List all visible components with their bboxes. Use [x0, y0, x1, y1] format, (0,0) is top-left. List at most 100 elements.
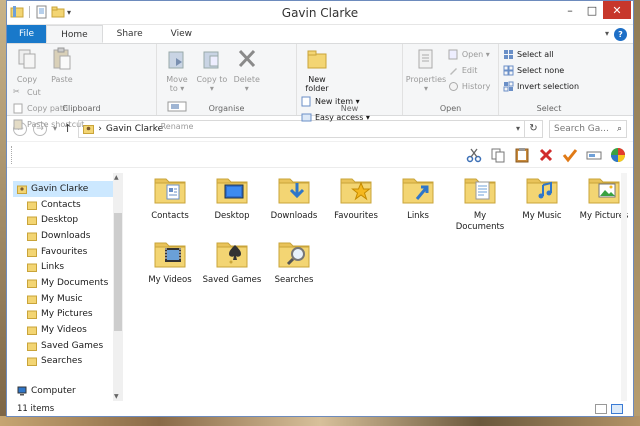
expand-ribbon-icon[interactable]: ▾: [605, 29, 609, 38]
breadcrumb-path[interactable]: Gavin Clarke: [106, 124, 163, 134]
toolbar-copy-button[interactable]: [489, 146, 507, 164]
paste-button[interactable]: Paste: [46, 46, 78, 84]
maximize-button[interactable]: □: [581, 1, 603, 19]
delete-button[interactable]: Delete ▾: [231, 46, 263, 93]
select-all-label: Select all: [517, 49, 554, 59]
new-group: New folder New item ▾ Easy access ▾ New: [297, 44, 403, 122]
folder-tile-my-videos[interactable]: My Videos: [139, 237, 201, 301]
copy-to-button[interactable]: Copy to ▾: [196, 46, 228, 93]
toolbar-checkmark-button[interactable]: [561, 146, 579, 164]
scissors-icon: ✂: [13, 86, 20, 96]
toolbar-grip[interactable]: [11, 146, 14, 164]
ribbon-tabs: File Home Share View ▾ ?: [7, 25, 633, 44]
nav-item-gavin-clarke[interactable]: Gavin Clarke: [13, 181, 113, 197]
paste-shortcut-label: Paste shortcut: [27, 119, 85, 129]
move-to-button[interactable]: Move to ▾: [161, 46, 193, 93]
folder-tile-saved-games[interactable]: Saved Games: [201, 237, 263, 301]
folder-tile-searches[interactable]: Searches: [263, 237, 325, 301]
open-button[interactable]: Open ▾: [448, 46, 490, 62]
select-none-button[interactable]: Select none: [503, 62, 579, 78]
easy-access-label: Easy access ▾: [315, 112, 370, 122]
new-group-label: New: [340, 104, 359, 113]
scroll-down-icon[interactable]: ▼: [114, 393, 119, 400]
breadcrumb-separator: ›: [98, 123, 102, 134]
move-to-label: Move to ▾: [166, 75, 188, 93]
folder-icon: [27, 263, 37, 273]
open-group: Properties ▾ Open ▾ Edit History Open: [403, 44, 499, 115]
nav-item-label: Gavin Clarke: [31, 183, 89, 194]
minimize-button[interactable]: –: [559, 1, 581, 19]
nav-scroll-thumb[interactable]: [114, 213, 122, 331]
nav-item-my-videos[interactable]: My Videos: [13, 322, 113, 338]
folder-tile-my-music[interactable]: My Music: [511, 173, 573, 237]
toolbar-cut-button[interactable]: [465, 146, 483, 164]
folder-tile-links[interactable]: Links: [387, 173, 449, 237]
toolbar-delete-button[interactable]: [537, 146, 555, 164]
refresh-button[interactable]: ↻: [525, 119, 543, 138]
paste-shortcut-button[interactable]: Paste shortcut: [13, 116, 84, 132]
contacts-folder-icon: [154, 178, 186, 204]
folder-tile-downloads[interactable]: Downloads: [263, 173, 325, 237]
toolbar-paste-button[interactable]: [513, 146, 531, 164]
user-folder-icon: [83, 125, 95, 134]
new-folder-button[interactable]: New folder: [301, 46, 333, 93]
navigation-tree: Gavin Clarke Contacts Desktop Downloads …: [13, 181, 113, 399]
content-scrollbar[interactable]: [621, 173, 627, 401]
nav-item-computer[interactable]: Computer: [13, 383, 113, 399]
copy-button[interactable]: Copy: [11, 46, 43, 84]
toolbar-rename-button[interactable]: [585, 146, 603, 164]
edit-button[interactable]: Edit: [448, 62, 490, 78]
nav-scrollbar[interactable]: ▲ ▼: [113, 173, 123, 401]
desktop-background-bottom: [0, 416, 640, 426]
close-button[interactable]: ✕: [603, 1, 631, 19]
nav-item-my-music[interactable]: My Music: [13, 291, 113, 307]
nav-item-desktop[interactable]: Desktop: [13, 212, 113, 228]
window-title: Gavin Clarke: [281, 6, 359, 20]
folder-tile-contacts[interactable]: Contacts: [139, 173, 201, 237]
help-button[interactable]: ?: [614, 28, 627, 41]
move-to-icon: [168, 51, 184, 69]
folder-tile-desktop[interactable]: Desktop: [201, 173, 263, 237]
toolbar-chart-button[interactable]: [609, 146, 627, 164]
cut-button[interactable]: ✂ Cut: [13, 84, 84, 100]
address-dropdown-icon[interactable]: ▾: [516, 124, 520, 133]
nav-item-label: Favourites: [41, 246, 88, 257]
nav-item-my-pictures[interactable]: My Pictures: [13, 307, 113, 323]
nav-item-label: My Pictures: [41, 309, 93, 320]
tab-file[interactable]: File: [7, 25, 47, 43]
invert-selection-button[interactable]: Invert selection: [503, 78, 579, 94]
scroll-up-icon[interactable]: ▲: [114, 174, 119, 181]
open-icon: [448, 49, 458, 59]
nav-item-saved-games[interactable]: Saved Games: [13, 338, 113, 354]
nav-item-contacts[interactable]: Contacts: [13, 197, 113, 213]
tab-share[interactable]: Share: [103, 25, 157, 43]
search-input[interactable]: Search Ga... ⌕: [549, 119, 627, 138]
history-button[interactable]: History: [448, 78, 490, 94]
details-view-button[interactable]: [595, 404, 607, 414]
nav-item-searches[interactable]: Searches: [13, 354, 113, 370]
pictures-folder-icon: [588, 178, 620, 204]
properties-icon: [418, 49, 433, 69]
organise-group: Move to ▾ Copy to ▾ Delete ▾ Rename Orga…: [157, 44, 297, 131]
status-bar: 11 items: [7, 401, 633, 417]
folder-tile-my-documents[interactable]: My Documents: [449, 173, 511, 237]
music-folder-icon: [526, 178, 558, 204]
tab-home[interactable]: Home: [46, 25, 103, 43]
file-list: Contacts Desktop Downloads Favourites Li…: [131, 173, 628, 401]
tab-view[interactable]: View: [157, 25, 206, 43]
history-icon: [448, 81, 458, 91]
nav-item-links[interactable]: Links: [13, 259, 113, 275]
folder-label: Links: [407, 211, 429, 221]
folder-icon: [27, 248, 37, 257]
nav-item-label: Desktop: [41, 215, 79, 226]
folder-label: Saved Games: [202, 275, 262, 285]
nav-item-downloads[interactable]: Downloads: [13, 228, 113, 244]
nav-item-label: My Music: [41, 293, 83, 304]
large-icons-view-button[interactable]: [611, 404, 623, 414]
folder-tile-favourites[interactable]: Favourites: [325, 173, 387, 237]
nav-item-my-documents[interactable]: My Documents: [13, 275, 113, 291]
properties-button[interactable]: Properties ▾: [406, 46, 446, 93]
select-all-button[interactable]: Select all: [503, 46, 579, 62]
delete-x-icon: [539, 148, 553, 161]
nav-item-favourites[interactable]: Favourites: [13, 244, 113, 260]
